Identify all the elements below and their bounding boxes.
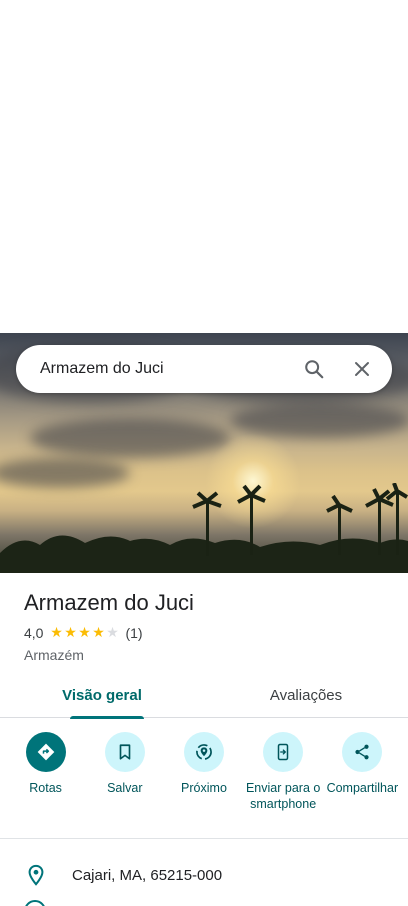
search-icon: [305, 360, 324, 379]
review-count: (1): [125, 625, 143, 641]
action-buttons: Rotas Salvar Próximo Enviar para o smart…: [0, 732, 408, 812]
bookmark-icon: [119, 744, 131, 760]
rating-value: 4,0: [24, 625, 44, 641]
clear-search-button[interactable]: [338, 345, 386, 393]
action-label: Rotas: [29, 781, 62, 795]
rating-row[interactable]: 4,0 ★ ★ ★ ★ ★ (1): [24, 625, 143, 641]
section-divider: [0, 838, 408, 839]
star-filled-icon: ★: [92, 625, 105, 641]
rating-stars: ★ ★ ★ ★ ★: [49, 626, 119, 640]
share-button[interactable]: Compartilhar: [324, 732, 400, 812]
share-icon: [355, 744, 369, 760]
nearby-button[interactable]: Próximo: [166, 732, 242, 812]
active-tab-indicator: [70, 716, 144, 719]
clock-icon: [24, 900, 46, 906]
star-filled-icon: ★: [64, 625, 77, 641]
address-text: Cajari, MA, 65215-000: [72, 866, 223, 884]
save-button[interactable]: Salvar: [87, 732, 163, 812]
action-label: Próximo: [181, 781, 227, 795]
action-label: Salvar: [107, 781, 143, 795]
search-input[interactable]: [16, 345, 290, 393]
send-to-phone-button[interactable]: Enviar para o smartphone: [245, 732, 321, 812]
tab-reviews[interactable]: Avaliações: [204, 672, 408, 718]
map-area[interactable]: [0, 0, 408, 333]
place-title: Armazem do Juci: [24, 590, 194, 615]
action-label: Compartilhar: [326, 781, 399, 795]
tab-label: Avaliações: [269, 686, 343, 704]
search-bar: [16, 345, 392, 393]
address-row[interactable]: Cajari, MA, 65215-000: [0, 855, 408, 895]
location-pin-icon: [28, 864, 44, 886]
search-button[interactable]: [290, 345, 338, 393]
star-filled-icon: ★: [78, 625, 91, 641]
tab-overview[interactable]: Visão geral: [0, 672, 204, 719]
directions-button[interactable]: Rotas: [8, 732, 84, 812]
tab-label: Visão geral: [62, 686, 142, 704]
nearby-icon: [196, 744, 212, 760]
send-to-phone-icon: [277, 743, 289, 761]
star-empty-icon: ★: [106, 625, 119, 641]
directions-icon: [37, 743, 54, 761]
close-icon: [355, 362, 369, 376]
action-label: Enviar para o smartphone: [245, 781, 321, 811]
place-category[interactable]: Armazém: [24, 647, 84, 663]
star-filled-icon: ★: [50, 625, 63, 641]
tab-bar: Visão geral Avaliações: [0, 672, 408, 719]
